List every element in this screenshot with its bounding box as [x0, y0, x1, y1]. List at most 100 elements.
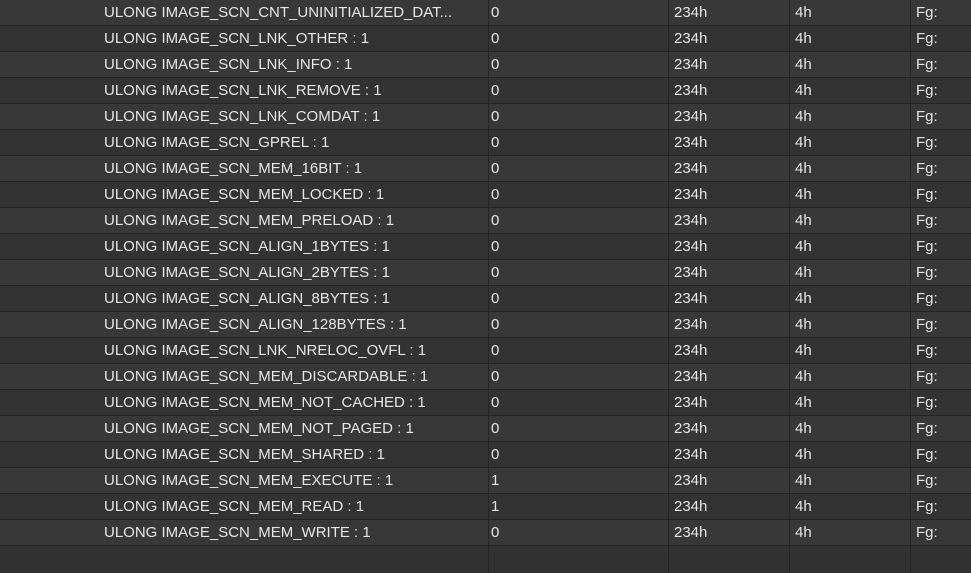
table-row[interactable]: ULONG IMAGE_SCN_ALIGN_1BYTES : 1 0 234h 4h F…: [0, 234, 971, 260]
struct-field-table: ULONG IMAGE_SCN_CNT_UNINITIALIZED_DAT...…: [0, 0, 971, 573]
field-color: Fg:: [916, 420, 938, 437]
field-color: Fg:: [916, 30, 938, 47]
field-name: ULONG IMAGE_SCN_MEM_SHARED : 1: [104, 446, 385, 463]
table-row[interactable]: ULONG IMAGE_SCN_MEM_16BIT : 1 0 234h 4h Fg:: [0, 156, 971, 182]
table-row[interactable]: ULONG IMAGE_SCN_MEM_NOT_PAGED : 1 0 234h 4h…: [0, 416, 971, 442]
field-size: 4h: [795, 368, 812, 385]
field-color: Fg:: [916, 56, 938, 73]
table-row[interactable]: ULONG IMAGE_SCN_MEM_SHARED : 1 0 234h 4h Fg:: [0, 442, 971, 468]
table-row[interactable]: ULONG IMAGE_SCN_LNK_INFO : 1 0 234h 4h Fg:: [0, 52, 971, 78]
field-value: 0: [491, 82, 500, 99]
field-start: 234h: [674, 134, 708, 151]
field-name: ULONG IMAGE_SCN_MEM_PRELOAD : 1: [104, 212, 395, 229]
field-value: 0: [491, 316, 500, 333]
field-name: ULONG IMAGE_SCN_MEM_NOT_PAGED : 1: [104, 420, 414, 437]
table-row[interactable]: ULONG IMAGE_SCN_LNK_NRELOC_OVFL : 1 0 234h…: [0, 338, 971, 364]
field-color: Fg:: [916, 4, 938, 21]
field-color: Fg:: [916, 472, 938, 489]
field-value: 0: [491, 446, 500, 463]
field-start: 234h: [674, 316, 708, 333]
table-row[interactable]: ULONG IMAGE_SCN_ALIGN_2BYTES : 1 0 234h 4h F…: [0, 260, 971, 286]
field-value: 0: [491, 160, 500, 177]
field-size: 4h: [795, 342, 812, 359]
field-size: 4h: [795, 4, 812, 21]
field-start: 234h: [674, 420, 708, 437]
field-start: 234h: [674, 290, 708, 307]
field-size: 4h: [795, 238, 812, 255]
field-value: 0: [491, 420, 500, 437]
field-value: 0: [491, 342, 500, 359]
field-size: 4h: [795, 30, 812, 47]
field-color: Fg:: [916, 524, 938, 541]
field-start: 234h: [674, 524, 708, 541]
table-row[interactable]: ULONG IMAGE_SCN_MEM_EXECUTE : 1 1 234h 4h Fg…: [0, 468, 971, 494]
table-row[interactable]: ULONG IMAGE_SCN_ALIGN_128BYTES : 1 0 234h 4…: [0, 312, 971, 338]
table-row[interactable]: ULONG IMAGE_SCN_MEM_WRITE : 1 0 234h 4h Fg:: [0, 520, 971, 546]
table-row[interactable]: ULONG IMAGE_SCN_MEM_LOCKED : 1 0 234h 4h Fg:: [0, 182, 971, 208]
field-name: ULONG IMAGE_SCN_MEM_16BIT : 1: [104, 160, 363, 177]
field-name: ULONG IMAGE_SCN_ALIGN_8BYTES : 1: [104, 290, 390, 307]
table-row[interactable]: ULONG IMAGE_SCN_LNK_REMOVE : 1 0 234h 4h Fg:: [0, 78, 971, 104]
field-value: 0: [491, 394, 500, 411]
field-start: 234h: [674, 186, 708, 203]
field-size: 4h: [795, 56, 812, 73]
column-divider[interactable]: [910, 0, 911, 573]
field-start: 234h: [674, 30, 708, 47]
field-size: 4h: [795, 472, 812, 489]
field-start: 234h: [674, 56, 708, 73]
field-start: 234h: [674, 108, 708, 125]
field-value: 1: [491, 498, 500, 515]
field-value: 0: [491, 30, 500, 47]
field-start: 234h: [674, 238, 708, 255]
field-name: ULONG IMAGE_SCN_LNK_REMOVE : 1: [104, 82, 382, 99]
column-divider[interactable]: [488, 0, 489, 573]
field-size: 4h: [795, 498, 812, 515]
field-start: 234h: [674, 82, 708, 99]
column-divider[interactable]: [668, 0, 669, 573]
field-name: ULONG IMAGE_SCN_LNK_INFO : 1: [104, 56, 353, 73]
field-color: Fg:: [916, 186, 938, 203]
field-value: 1: [491, 472, 500, 489]
table-row[interactable]: ULONG IMAGE_SCN_MEM_PRELOAD : 1 0 234h 4h Fg…: [0, 208, 971, 234]
field-value: 0: [491, 56, 500, 73]
field-color: Fg:: [916, 212, 938, 229]
table-row[interactable]: ULONG IMAGE_SCN_MEM_DISCARDABLE : 1 0 234h…: [0, 364, 971, 390]
field-value: 0: [491, 212, 500, 229]
table-row[interactable]: ULONG IMAGE_SCN_ALIGN_8BYTES : 1 0 234h 4h F…: [0, 286, 971, 312]
field-start: 234h: [674, 446, 708, 463]
field-name: ULONG IMAGE_SCN_GPREL : 1: [104, 134, 330, 151]
field-size: 4h: [795, 212, 812, 229]
field-name: ULONG IMAGE_SCN_MEM_READ : 1: [104, 498, 365, 515]
table-row[interactable]: ULONG IMAGE_SCN_GPREL : 1 0 234h 4h Fg:: [0, 130, 971, 156]
field-size: 4h: [795, 82, 812, 99]
field-size: 4h: [795, 264, 812, 281]
field-name: ULONG IMAGE_SCN_MEM_WRITE : 1: [104, 524, 371, 541]
column-divider[interactable]: [789, 0, 790, 573]
field-name: ULONG IMAGE_SCN_LNK_COMDAT : 1: [104, 108, 381, 125]
field-color: Fg:: [916, 238, 938, 255]
field-size: 4h: [795, 186, 812, 203]
table-row[interactable]: ULONG IMAGE_SCN_MEM_NOT_CACHED : 1 0 234h 4…: [0, 390, 971, 416]
field-name: ULONG IMAGE_SCN_LNK_OTHER : 1: [104, 30, 370, 47]
field-start: 234h: [674, 394, 708, 411]
field-start: 234h: [674, 498, 708, 515]
field-value: 0: [491, 186, 500, 203]
field-value: 0: [491, 264, 500, 281]
table-row[interactable]: ULONG IMAGE_SCN_LNK_COMDAT : 1 0 234h 4h Fg:: [0, 104, 971, 130]
field-start: 234h: [674, 4, 708, 21]
field-value: 0: [491, 290, 500, 307]
field-color: Fg:: [916, 134, 938, 151]
field-color: Fg:: [916, 394, 938, 411]
field-color: Fg:: [916, 264, 938, 281]
field-value: 0: [491, 368, 500, 385]
field-color: Fg:: [916, 446, 938, 463]
field-color: Fg:: [916, 342, 938, 359]
field-size: 4h: [795, 290, 812, 307]
field-value: 0: [491, 238, 500, 255]
field-start: 234h: [674, 160, 708, 177]
table-row[interactable]: ULONG IMAGE_SCN_CNT_UNINITIALIZED_DAT...…: [0, 0, 971, 26]
field-name: ULONG IMAGE_SCN_MEM_NOT_CACHED : 1: [104, 394, 426, 411]
table-row[interactable]: ULONG IMAGE_SCN_MEM_READ : 1 1 234h 4h Fg:: [0, 494, 971, 520]
field-start: 234h: [674, 264, 708, 281]
table-row[interactable]: ULONG IMAGE_SCN_LNK_OTHER : 1 0 234h 4h Fg:: [0, 26, 971, 52]
